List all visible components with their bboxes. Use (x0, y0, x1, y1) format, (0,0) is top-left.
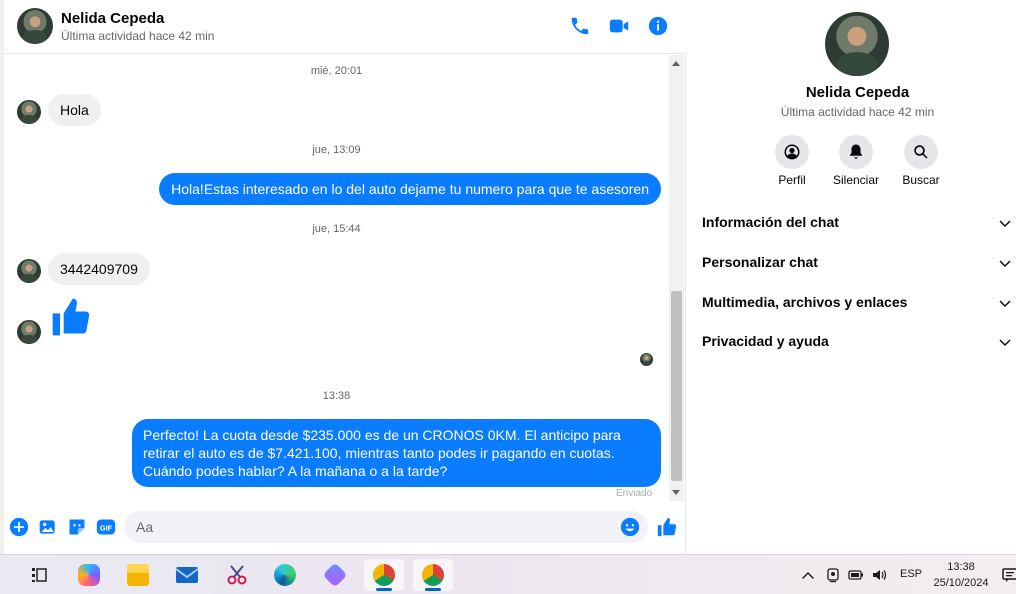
message-list: mié, 20:01 Hola jue, 13:09 Hola!Estas in… (4, 55, 669, 501)
chat-pane: Nelida Cepeda Última actividad hace 42 m… (0, 0, 686, 554)
section-title: Personalizar chat (702, 254, 818, 270)
chevron-up-icon[interactable] (800, 567, 816, 583)
sender-avatar[interactable] (17, 259, 41, 283)
profile-icon[interactable] (775, 135, 809, 169)
svg-text:GIF: GIF (100, 523, 113, 532)
chevron-down-icon (999, 296, 1011, 308)
image-icon[interactable] (38, 517, 58, 537)
active-indicator (376, 588, 392, 591)
section-customize-chat[interactable]: Personalizar chat (687, 242, 1016, 282)
phone-icon[interactable] (569, 15, 591, 37)
incoming-message[interactable]: 3442409709 (48, 253, 150, 285)
scroll-up-arrow[interactable] (672, 61, 680, 66)
bell-icon[interactable] (839, 135, 873, 169)
snipping-tool-icon[interactable] (217, 559, 257, 591)
gif-icon[interactable]: GIF (96, 517, 116, 537)
message-input[interactable] (124, 511, 648, 543)
sender-avatar[interactable] (17, 320, 41, 344)
mute-label: Silenciar (832, 173, 880, 187)
sent-status: Enviado (616, 488, 653, 499)
incoming-message[interactable]: Hola (48, 94, 101, 126)
app-icon[interactable] (315, 559, 355, 591)
chevron-down-icon (999, 216, 1011, 228)
scroll-thumb[interactable] (671, 291, 682, 481)
sender-avatar[interactable] (17, 100, 41, 124)
timestamp-separator: jue, 15:44 (312, 223, 361, 235)
mute-button[interactable]: Silenciar (821, 135, 891, 187)
contact-status: Última actividad hace 42 min (61, 29, 215, 43)
clock[interactable]: 13:38 25/10/2024 (930, 559, 992, 591)
search-label: Buscar (902, 173, 940, 187)
task-view-icon[interactable] (19, 559, 59, 591)
section-title: Privacidad y ayuda (702, 333, 829, 349)
section-privacy-help[interactable]: Privacidad y ayuda (687, 321, 1016, 361)
info-icon[interactable] (647, 15, 669, 37)
contact-name[interactable]: Nelida Cepeda (61, 10, 164, 27)
thumbs-up-icon[interactable] (48, 295, 94, 339)
contact-avatar[interactable] (17, 8, 53, 44)
scroll-down-arrow[interactable] (672, 490, 680, 495)
section-title: Información del chat (702, 214, 839, 230)
timestamp-separator: mié, 20:01 (310, 65, 363, 77)
clock-date: 25/10/2024 (933, 577, 989, 589)
taskbar: ESP 13:38 25/10/2024 (0, 554, 1016, 594)
section-media-files-links[interactable]: Multimedia, archivos y enlaces (687, 282, 1016, 322)
seen-avatar (640, 353, 653, 366)
plus-icon[interactable] (9, 517, 29, 537)
chat-header: Nelida Cepeda Última actividad hace 42 m… (4, 0, 686, 54)
chrome-b-icon[interactable] (413, 559, 453, 591)
camera-icon[interactable] (825, 567, 841, 583)
battery-icon[interactable] (848, 567, 864, 583)
chrome-profile-icon[interactable] (364, 559, 404, 591)
profile-label: Perfil (778, 173, 806, 187)
video-icon[interactable] (608, 15, 630, 37)
chat-info-pane: Nelida Cepeda Última actividad hace 42 m… (687, 0, 1016, 554)
composer: GIF (4, 504, 686, 550)
active-indicator (425, 588, 441, 591)
outgoing-message[interactable]: Perfecto! La cuota desde $235.000 es de … (132, 419, 661, 487)
section-title: Multimedia, archivos y enlaces (702, 294, 908, 310)
profile-button[interactable]: Perfil (757, 135, 827, 187)
file-explorer-icon[interactable] (118, 559, 158, 591)
volume-icon[interactable] (871, 567, 887, 583)
language-indicator[interactable]: ESP (900, 568, 922, 580)
copilot-icon[interactable] (69, 559, 109, 591)
search-icon[interactable] (904, 135, 938, 169)
timestamp-separator: jue, 13:09 (312, 144, 361, 156)
notifications-icon[interactable] (1002, 567, 1016, 583)
clock-time: 13:38 (947, 561, 975, 573)
chevron-down-icon (999, 335, 1011, 347)
chevron-down-icon (999, 256, 1011, 268)
section-chat-info[interactable]: Información del chat (687, 202, 1016, 242)
scrollbar[interactable] (669, 55, 684, 501)
like-icon[interactable] (656, 516, 678, 538)
edge-icon[interactable] (265, 559, 305, 591)
outgoing-message[interactable]: Hola!Estas interesado en lo del auto dej… (159, 173, 661, 205)
sticker-icon[interactable] (67, 517, 87, 537)
mail-icon[interactable] (167, 559, 207, 591)
search-button[interactable]: Buscar (886, 135, 956, 187)
timestamp-separator: 13:38 (322, 390, 351, 402)
info-contact-name: Nelida Cepeda (805, 84, 910, 101)
profile-avatar[interactable] (825, 12, 889, 76)
emoji-icon[interactable] (620, 517, 640, 537)
info-contact-status: Última actividad hace 42 min (780, 105, 935, 119)
